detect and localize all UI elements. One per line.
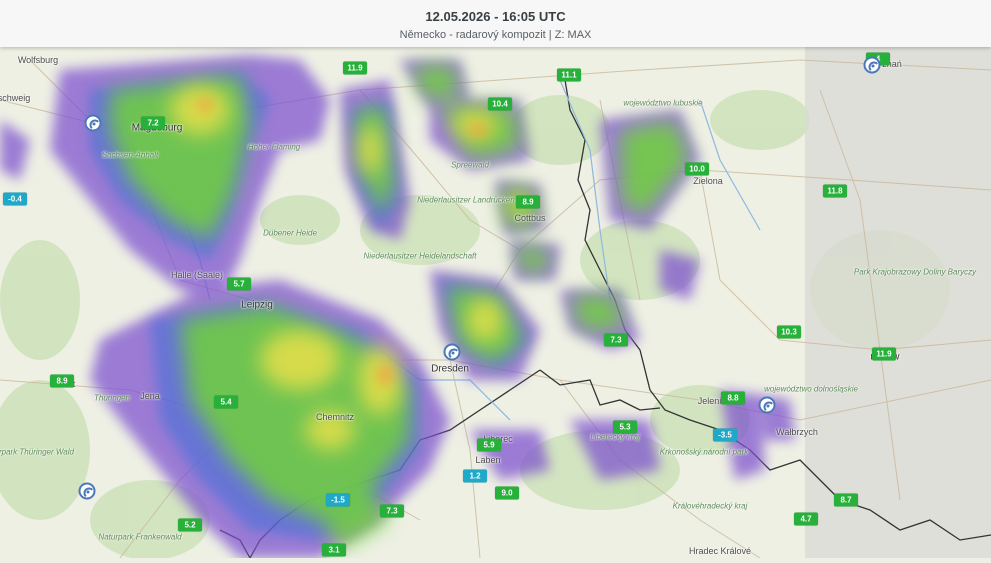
radar-station-icon[interactable]: [84, 114, 102, 132]
place-label: Jena: [140, 391, 160, 401]
radar-station-icon[interactable]: [78, 482, 96, 500]
place-label: Wolfsburg: [17, 55, 59, 65]
place-label: Laben: [475, 455, 501, 465]
temperature-marker[interactable]: 11.9: [872, 347, 896, 361]
place-label: Cottbus: [514, 213, 546, 223]
temperature-marker[interactable]: 3.1: [322, 543, 346, 557]
map-header: 12.05.2026 - 16:05 UTC Německo - radarov…: [0, 0, 991, 47]
temperature-marker[interactable]: 7.3: [604, 333, 628, 347]
place-label: Zielona: [693, 176, 723, 186]
temperature-marker[interactable]: 11.1: [557, 68, 581, 82]
temperature-marker[interactable]: 11.9: [343, 61, 367, 75]
place-label: Hradec Králové: [688, 546, 752, 556]
radar-station-icon[interactable]: [443, 343, 461, 361]
temperature-marker[interactable]: 5.2: [178, 518, 202, 532]
temperature-marker[interactable]: 10.3: [777, 325, 801, 339]
temperature-marker[interactable]: 5.3: [613, 420, 637, 434]
radar-station-icon[interactable]: [863, 56, 881, 74]
place-label: Liberecký kraj: [590, 432, 640, 442]
temperature-marker[interactable]: 7.3: [380, 504, 404, 518]
map-subtitle: Německo - radarový kompozit | Z: MAX: [399, 29, 592, 41]
temperature-marker[interactable]: 5.9: [477, 438, 501, 452]
place-label: Wałbrzych: [776, 427, 818, 437]
temperature-marker[interactable]: 8.8: [721, 391, 745, 405]
place-label: Niederlausitzer Heidelandschaft: [363, 251, 477, 261]
place-label: Spreewald: [451, 160, 489, 170]
temperature-marker[interactable]: 9.0: [495, 486, 519, 500]
temperature-marker[interactable]: 11.8: [823, 184, 847, 198]
place-label: Park Krajobrazowy Doliny Baryczy: [853, 267, 977, 277]
temperature-marker[interactable]: 5.7: [227, 277, 251, 291]
place-label: Leipzig: [241, 299, 273, 311]
temperature-marker[interactable]: -3.5: [713, 428, 737, 442]
temperature-marker[interactable]: 8.9: [516, 195, 540, 209]
place-label: Naturpark Thüringer Wald: [0, 447, 74, 457]
place-label: województwo lubuskie: [623, 98, 703, 108]
temperature-marker[interactable]: 4.7: [794, 512, 818, 526]
place-label: Sachsen-Anhalt: [101, 150, 159, 160]
temperature-marker[interactable]: 8.9: [50, 374, 74, 388]
temperature-marker[interactable]: -1.5: [326, 493, 350, 507]
place-label: Královéhradecký kraj: [672, 501, 748, 511]
place-label: Halle (Saale): [170, 270, 224, 280]
radar-map[interactable]: [0, 0, 991, 560]
place-label: Dresden: [431, 363, 469, 375]
place-label: Chemnitz: [315, 412, 355, 422]
timestamp-title: 12.05.2026 - 16:05 UTC: [425, 9, 566, 24]
temperature-marker[interactable]: 7.2: [141, 116, 165, 130]
place-label: Niederlausitzer Landrücken: [417, 195, 515, 205]
temperature-marker[interactable]: 10.4: [488, 97, 512, 111]
temperature-marker[interactable]: -0.4: [3, 192, 27, 206]
place-label: województwo dolnośląskie: [764, 384, 858, 394]
place-label: Dübener Heide: [263, 228, 317, 238]
place-label: Hoher Fläming: [247, 142, 301, 152]
temperature-marker[interactable]: 5.4: [214, 395, 238, 409]
place-label: Thüringen: [93, 393, 131, 403]
temperature-marker[interactable]: 8.7: [834, 493, 858, 507]
temperature-marker[interactable]: 1.2: [463, 469, 487, 483]
place-label: Naturpark Frankenwald: [98, 532, 182, 542]
place-label: Krkonošský národní park: [659, 447, 749, 457]
map-canvas: [0, 0, 991, 560]
place-label: schweig: [0, 93, 31, 103]
radar-station-icon[interactable]: [758, 396, 776, 414]
temperature-marker[interactable]: 10.0: [685, 162, 709, 176]
